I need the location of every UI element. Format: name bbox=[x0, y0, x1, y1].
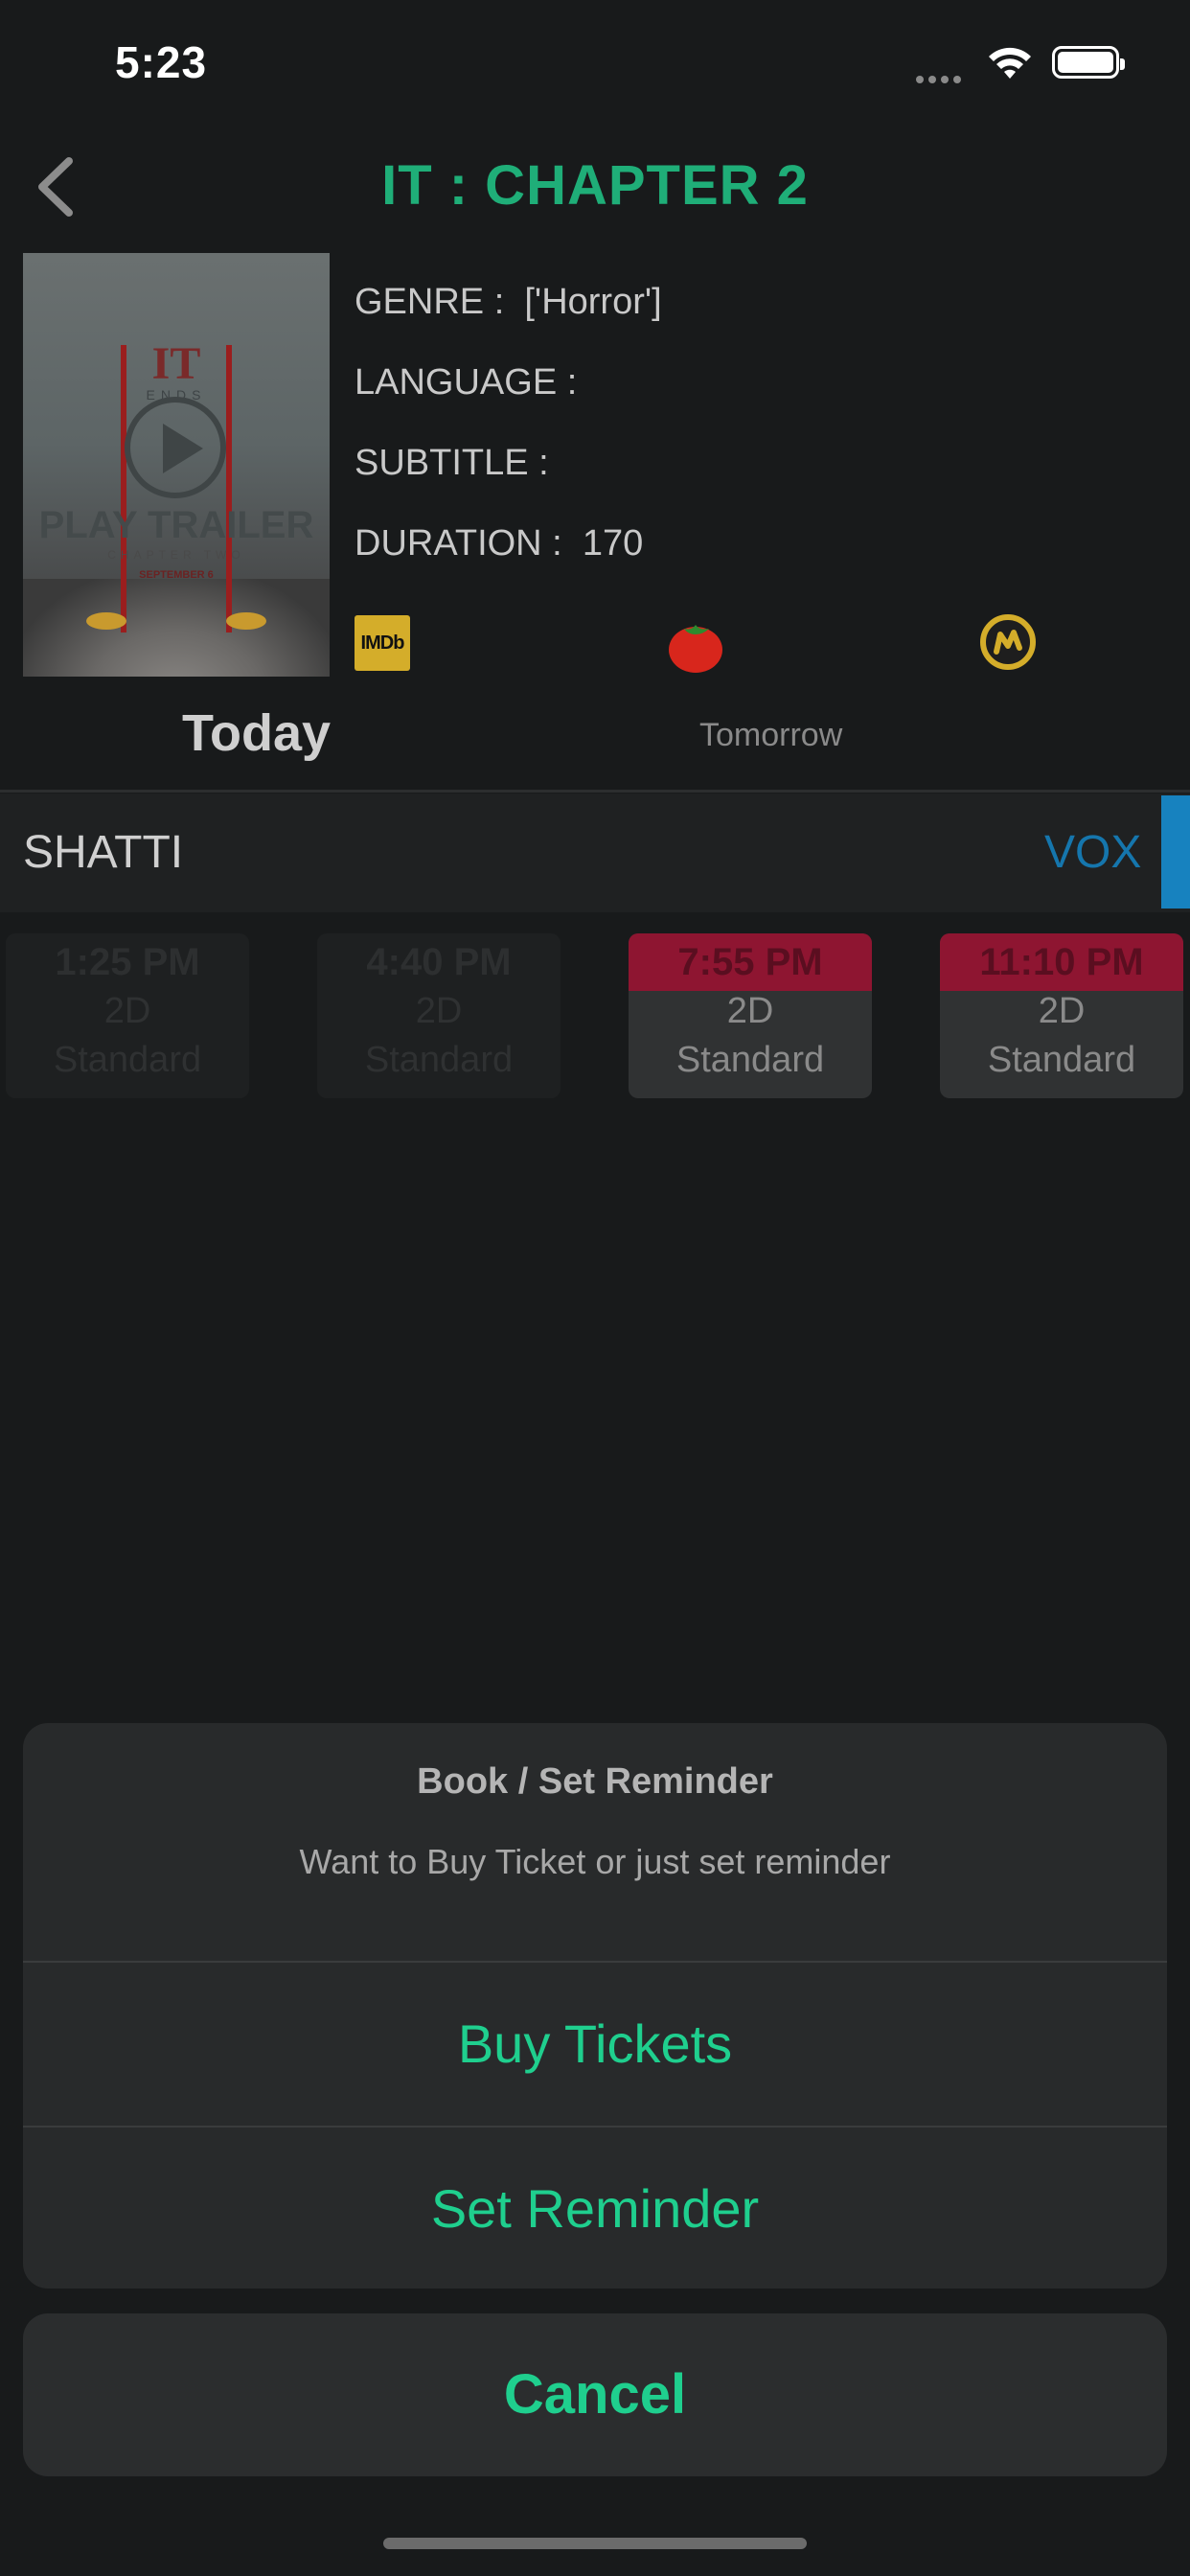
cinema-name: SHATTI bbox=[23, 827, 184, 878]
home-indicator[interactable] bbox=[383, 2538, 807, 2549]
metacritic-icon[interactable] bbox=[979, 613, 1037, 671]
tab-divider bbox=[0, 790, 1190, 793]
battery-icon bbox=[1052, 46, 1125, 79]
status-time: 5:23 bbox=[115, 37, 208, 87]
showtime-card[interactable]: 4:40 PM 2D Standard bbox=[317, 933, 561, 1098]
showtime-type: Standard bbox=[364, 1040, 514, 1080]
duration-label: DURATION : bbox=[355, 523, 562, 564]
showtime-format: 2D bbox=[726, 991, 774, 1031]
cancel-button[interactable]: Cancel bbox=[23, 2313, 1167, 2476]
tab-tomorrow[interactable]: Tomorrow bbox=[699, 717, 842, 754]
poster-eye bbox=[226, 612, 266, 630]
duration-value: 170 bbox=[582, 523, 644, 564]
rotten-tomatoes-icon[interactable] bbox=[667, 617, 724, 675]
poster-chapter-text: CHAPTER TWO bbox=[107, 548, 245, 562]
cellular-signal-icon bbox=[916, 71, 966, 88]
showtime-card[interactable]: 1:25 PM 2D Standard bbox=[6, 933, 249, 1098]
action-sheet-title: Book / Set Reminder bbox=[417, 1761, 773, 1802]
language-label: LANGUAGE : bbox=[355, 362, 578, 402]
showtime-format: 2D bbox=[415, 991, 463, 1031]
cinema-brand-bar bbox=[1161, 795, 1190, 908]
showtime-card[interactable]: 11:10 PM 2D Standard bbox=[940, 933, 1183, 1098]
showtime-format: 2D bbox=[1038, 991, 1086, 1031]
play-icon[interactable] bbox=[163, 424, 203, 473]
showtime-time: 7:55 PM bbox=[629, 933, 872, 991]
showtime-card[interactable]: 7:55 PM 2D Standard bbox=[629, 933, 872, 1098]
genre-row: GENRE : ['Horror'] bbox=[355, 282, 662, 323]
action-sheet-message: Want to Buy Ticket or just set reminder bbox=[299, 1842, 891, 1881]
showtime-time: 4:40 PM bbox=[366, 941, 512, 983]
showtime-time: 11:10 PM bbox=[940, 933, 1183, 991]
play-trailer-label[interactable]: PLAY TRAILER bbox=[23, 504, 330, 547]
showtime-time: 1:25 PM bbox=[55, 941, 200, 983]
poster-artwork bbox=[23, 579, 330, 677]
imdb-icon[interactable]: IMDb bbox=[355, 615, 410, 671]
genre-value: ['Horror'] bbox=[524, 282, 662, 322]
showtime-type: Standard bbox=[987, 1040, 1136, 1080]
poster-date-text: SEPTEMBER 6 bbox=[139, 569, 214, 581]
play-trailer-poster[interactable]: IT ENDS PLAY TRAILER CHAPTER TWO SEPTEMB… bbox=[23, 253, 330, 677]
set-reminder-button[interactable]: Set Reminder bbox=[23, 2128, 1167, 2288]
cinema-brand: VOX bbox=[1044, 827, 1142, 878]
poster-eye bbox=[86, 612, 126, 630]
poster-logo: IT bbox=[151, 338, 201, 389]
buy-tickets-button[interactable]: Buy Tickets bbox=[23, 1963, 1167, 2126]
genre-label: GENRE : bbox=[355, 282, 505, 322]
duration-row: DURATION : 170 bbox=[355, 523, 643, 564]
showtime-format: 2D bbox=[103, 991, 151, 1031]
showtime-type: Standard bbox=[675, 1040, 825, 1080]
movie-title: IT : CHAPTER 2 bbox=[381, 154, 809, 217]
wifi-icon bbox=[989, 47, 1031, 79]
showtime-type: Standard bbox=[53, 1040, 202, 1080]
tab-today[interactable]: Today bbox=[182, 703, 331, 763]
action-sheet: Book / Set Reminder Want to Buy Ticket o… bbox=[23, 1723, 1167, 2288]
subtitle-label: SUBTITLE : bbox=[355, 443, 549, 483]
